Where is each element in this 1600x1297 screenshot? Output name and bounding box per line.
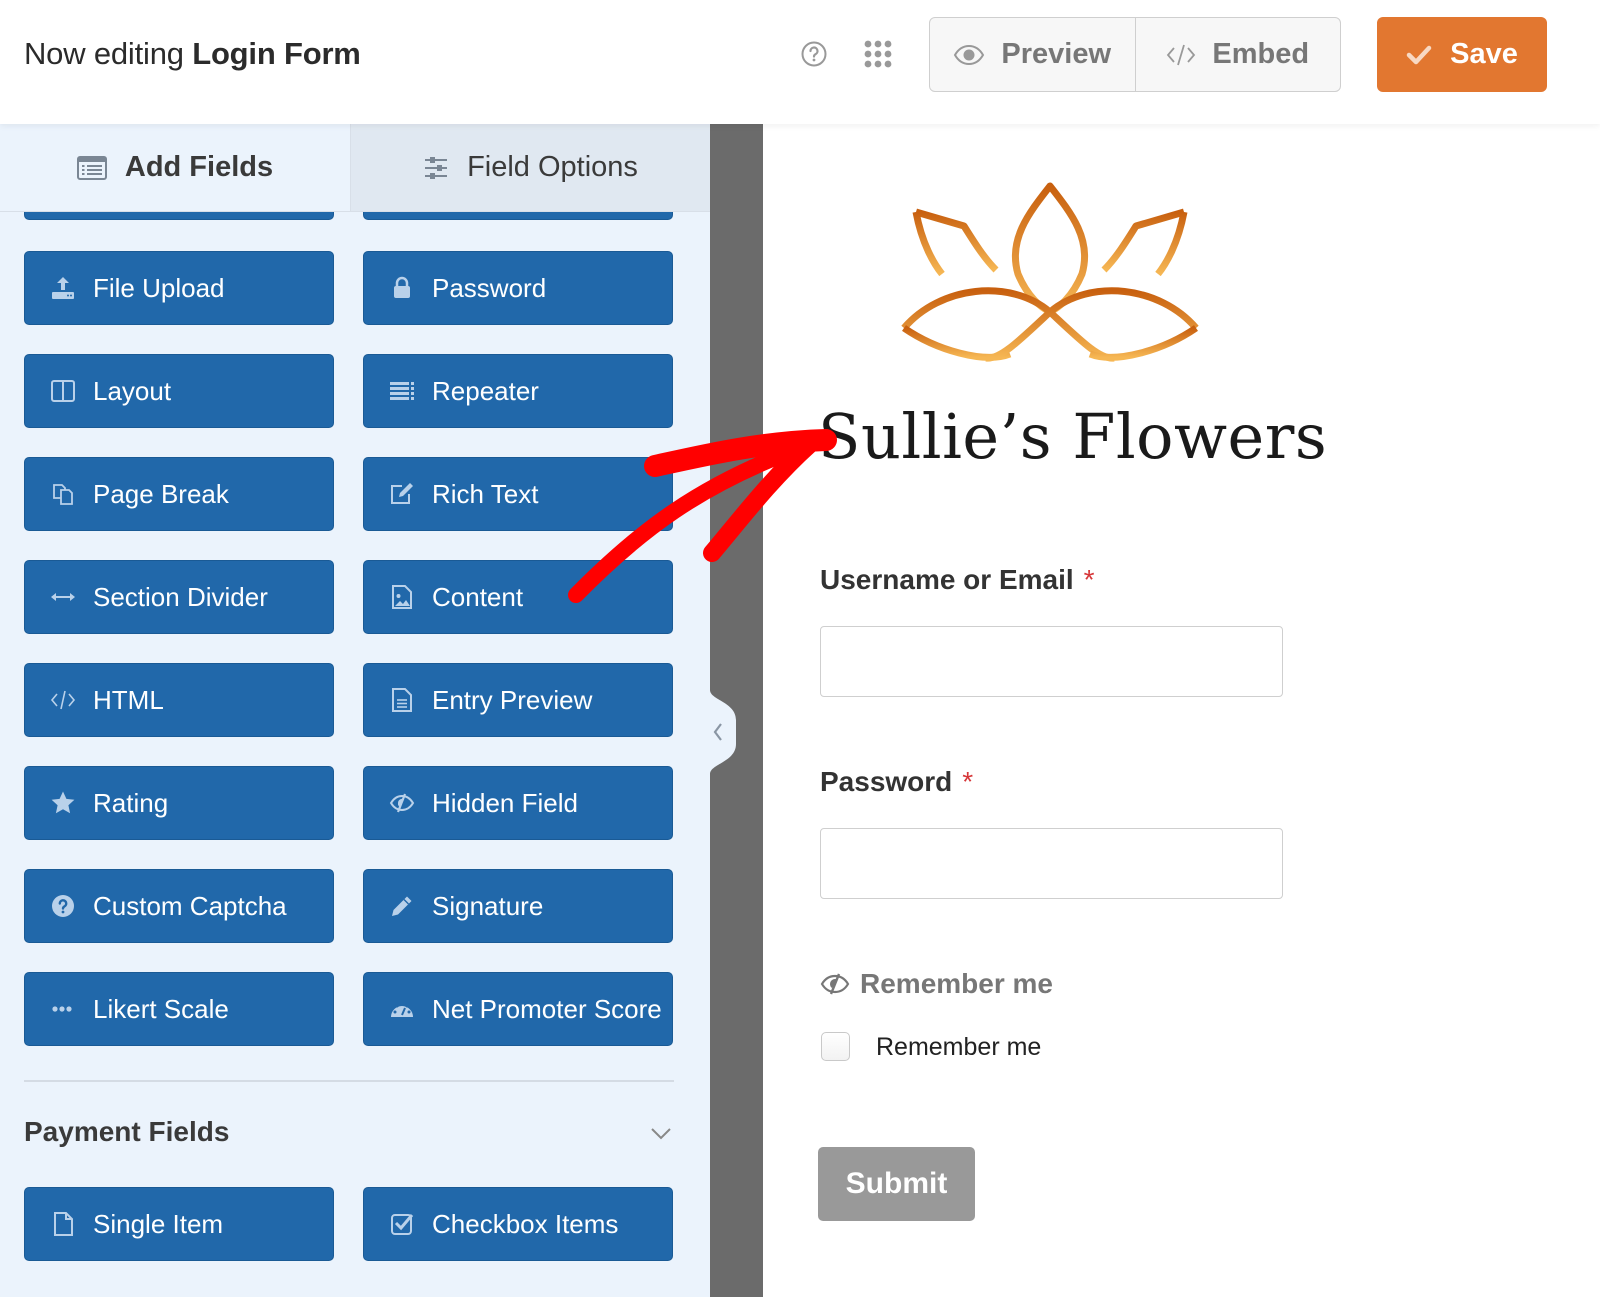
field-label: File Upload xyxy=(93,272,225,303)
field-label: Entry Preview xyxy=(432,684,593,715)
field-label: Likert Scale xyxy=(93,993,229,1024)
preview-embed-group: Preview Embed xyxy=(929,17,1341,92)
sliders-icon xyxy=(425,156,448,179)
remember-me-checkbox-label[interactable]: Remember me xyxy=(876,1033,1041,1062)
field-label: Layout xyxy=(93,375,172,406)
field-button-file-upload[interactable]: File Upload xyxy=(24,251,334,325)
field-label: Section Divider xyxy=(93,581,268,612)
list-icon xyxy=(76,155,107,180)
field-label: Signature xyxy=(432,890,544,921)
collapse-sidebar-handle[interactable] xyxy=(700,690,740,774)
preview-label: Preview xyxy=(1001,38,1112,70)
upload-icon xyxy=(52,277,74,299)
field-label: Single Item xyxy=(93,1208,224,1239)
field-label: Password xyxy=(432,272,547,303)
checkmark-icon xyxy=(1406,45,1432,64)
tab-add-fields[interactable]: Add Fields xyxy=(0,124,350,211)
ellipsis-icon xyxy=(52,1006,72,1012)
repeater-icon xyxy=(390,382,414,400)
payment-fields-heading: Payment Fields xyxy=(24,1116,230,1147)
field-button-entry-preview[interactable]: Entry Preview xyxy=(363,663,673,737)
field-button-custom-captcha[interactable]: Custom Captcha xyxy=(24,869,334,943)
form-name: Login Form xyxy=(192,36,361,71)
lotus-logo-icon xyxy=(901,182,1199,362)
question-circle-icon xyxy=(52,895,74,917)
field-label: Hidden Field xyxy=(432,787,578,818)
password-label-text: Password xyxy=(820,766,953,797)
remember-me-field-label: Remember me xyxy=(820,968,1053,1000)
field-label: Page Break xyxy=(93,478,229,509)
tab-field-options-label: Field Options xyxy=(467,151,638,183)
field-button-section-divider[interactable]: Section Divider xyxy=(24,560,334,634)
submit-button[interactable]: Submit xyxy=(818,1147,975,1221)
code-icon xyxy=(50,690,76,710)
arrows-horizontal-icon xyxy=(51,593,75,601)
field-button-repeater[interactable]: Repeater xyxy=(363,354,673,428)
field-button-rich-text[interactable]: Rich Text xyxy=(363,457,673,531)
save-label: Save xyxy=(1450,38,1518,70)
field-button-password[interactable]: Password xyxy=(363,251,673,325)
field-label: Custom Captcha xyxy=(93,890,287,921)
tab-add-fields-label: Add Fields xyxy=(124,151,274,183)
pencil-icon xyxy=(392,896,412,916)
field-button-single-item[interactable]: Single Item xyxy=(24,1187,334,1261)
lock-icon xyxy=(394,276,410,298)
star-icon xyxy=(51,791,75,814)
sidebar-tabs: Add Fields Field Options xyxy=(0,124,710,212)
field-label: Checkbox Items xyxy=(432,1208,619,1239)
username-label: Username or Email * xyxy=(820,564,1095,596)
top-bar: Now editing Login Form Preview Embed Sav… xyxy=(0,0,1600,124)
field-button-page-break[interactable]: Page Break xyxy=(24,457,334,531)
file-text-icon xyxy=(392,688,412,712)
title-prefix: Now editing xyxy=(24,36,184,71)
field-button-checkbox-items[interactable]: Checkbox Items xyxy=(363,1187,673,1261)
code-icon xyxy=(1167,44,1196,65)
field-label: HTML xyxy=(93,684,164,715)
page-title: Now editing Login Form xyxy=(24,36,361,72)
copy-icon xyxy=(53,484,73,505)
field-button-rating[interactable]: Rating xyxy=(24,766,334,840)
required-asterisk: * xyxy=(1083,564,1095,595)
fields-sidebar: Add Fields Field Options File Upload Pas… xyxy=(0,124,710,1297)
remember-me-checkbox[interactable] xyxy=(821,1032,850,1061)
save-button[interactable]: Save xyxy=(1377,17,1547,92)
eye-slash-icon xyxy=(820,973,850,995)
field-button-layout[interactable]: Layout xyxy=(24,354,334,428)
eye-slash-icon xyxy=(389,793,415,813)
field-button-html[interactable]: HTML xyxy=(24,663,334,737)
field-label: Content xyxy=(432,581,524,612)
field-label: Rich Text xyxy=(432,478,539,509)
field-label: Rating xyxy=(93,787,169,818)
field-button-hidden-field[interactable]: Hidden Field xyxy=(363,766,673,840)
field-label: Net Promoter Score xyxy=(432,993,662,1024)
field-label: Repeater xyxy=(432,375,539,406)
file-icon xyxy=(54,1212,73,1236)
help-icon[interactable] xyxy=(800,40,828,68)
field-button-signature[interactable]: Signature xyxy=(363,869,673,943)
username-input[interactable] xyxy=(820,626,1283,697)
image-file-icon xyxy=(392,585,412,609)
embed-label: Embed xyxy=(1212,38,1310,70)
columns-icon xyxy=(51,380,75,402)
check-square-icon xyxy=(391,1214,414,1235)
remember-me-heading: Remember me xyxy=(860,968,1053,999)
gauge-icon xyxy=(391,1002,413,1017)
chevron-down-icon[interactable] xyxy=(648,1120,674,1146)
password-label: Password * xyxy=(820,766,973,798)
field-button-content[interactable]: Content xyxy=(363,560,673,634)
required-asterisk: * xyxy=(962,766,974,797)
grid-dots-icon[interactable] xyxy=(862,38,894,70)
section-divider xyxy=(24,1080,674,1082)
preview-button[interactable]: Preview xyxy=(930,18,1135,91)
brand-name: Sullie’s Flowers xyxy=(818,400,1328,473)
field-button-net-promoter-score[interactable]: Net Promoter Score xyxy=(363,972,673,1046)
username-label-text: Username or Email xyxy=(820,564,1074,595)
eye-icon xyxy=(954,44,985,65)
password-input[interactable] xyxy=(820,828,1283,899)
edit-icon xyxy=(391,483,413,504)
field-button-likert-scale[interactable]: Likert Scale xyxy=(24,972,334,1046)
tab-field-options[interactable]: Field Options xyxy=(350,124,710,211)
embed-button[interactable]: Embed xyxy=(1134,18,1341,91)
